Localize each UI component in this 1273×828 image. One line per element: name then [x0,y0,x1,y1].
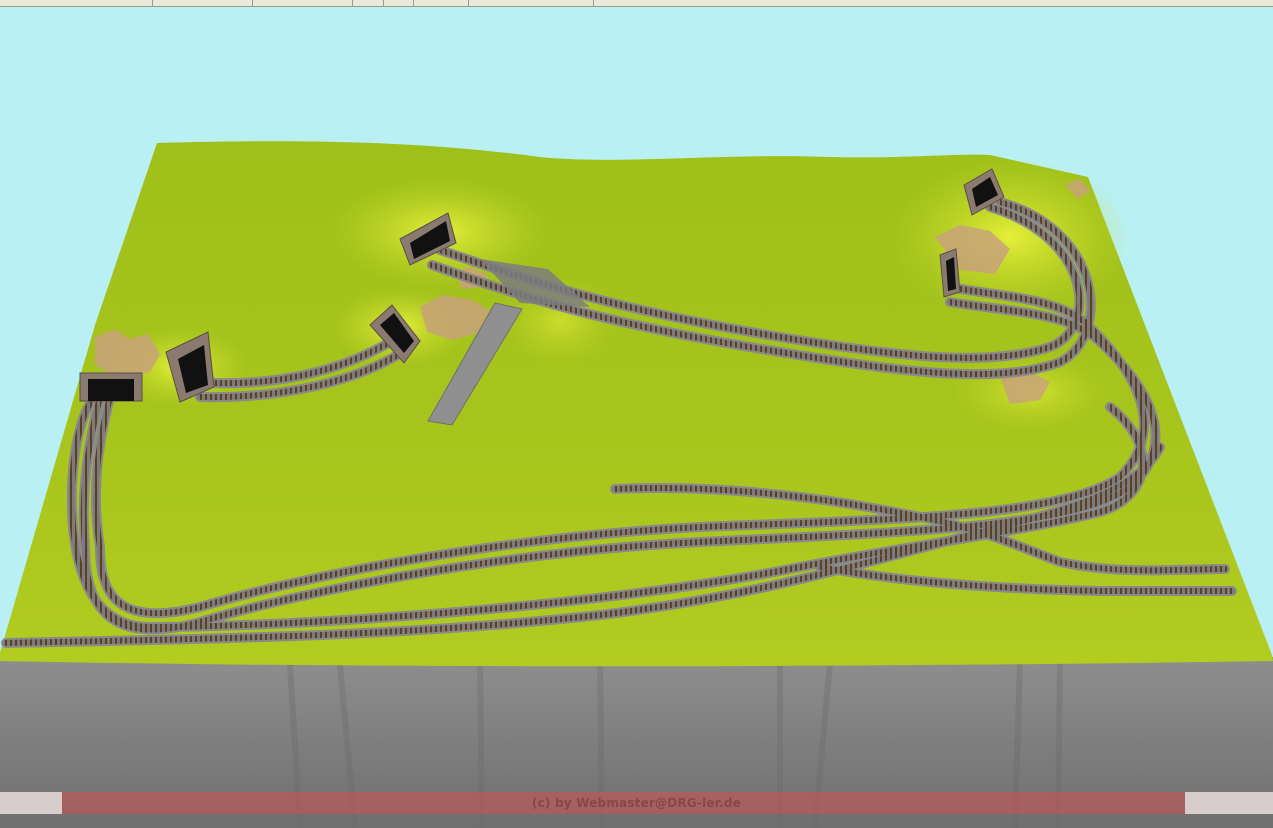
toolbar-separator [593,0,594,6]
toolbar-separator [152,0,153,6]
model-railway-layout-render [0,141,1273,828]
watermark-band-edge [1185,792,1273,814]
3d-layout-viewport[interactable]: (c) by Webmaster@DRG-ler.de [0,7,1273,828]
copyright-watermark: (c) by Webmaster@DRG-ler.de [531,796,742,810]
toolbar-separator [352,0,353,6]
tunnel-portal-right-2 [939,248,961,298]
window-toolbar-strip [0,0,1273,7]
toolbar-separator [413,0,414,6]
tunnel-portal-left-1 [79,372,143,402]
toolbar-separator [383,0,384,6]
toolbar-separator [468,0,469,6]
watermark-band: (c) by Webmaster@DRG-ler.de [0,792,1273,814]
toolbar-separator [252,0,253,6]
watermark-band-edge [0,792,62,814]
